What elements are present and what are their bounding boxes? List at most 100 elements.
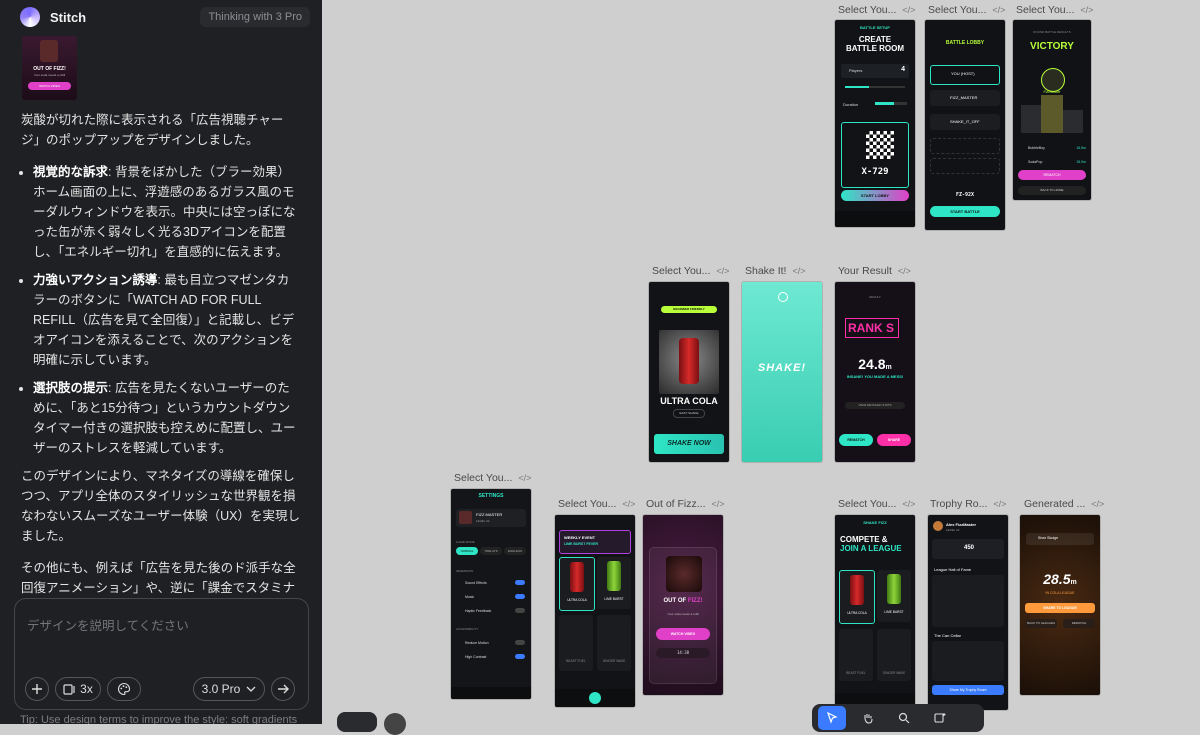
screen-label[interactable]: Select You... </> [652,265,729,277]
screen-label[interactable]: Shake It! </> [745,265,805,277]
wait-timer-button[interactable]: 14:38 [656,648,710,658]
lobby-player-row[interactable]: FIZZ_MASTER [930,90,1000,106]
lobby-player-row[interactable]: SHAKE_IT_OFF [930,114,1000,130]
variants-button[interactable]: 3x [55,677,101,701]
contrast-toggle[interactable] [515,654,525,659]
duration-slider[interactable] [875,102,907,105]
theme-button[interactable] [107,677,141,701]
screen-label[interactable]: Generated ... </> [1024,498,1104,510]
stats-link[interactable]: VIEW DETAILED STATS [845,402,905,409]
can-card-locked[interactable]: BEAST FUEL [559,615,593,671]
rematch-button[interactable]: REMATCH [1018,170,1086,180]
hall-of-fame-heading: League Hall of Fame [934,567,972,572]
code-icon[interactable]: </> [716,266,729,276]
result-share-button[interactable]: SHARE [877,434,911,446]
can-card-name: BEAST FUEL [846,671,866,675]
players-row[interactable]: Players 4 [841,64,909,78]
mode-endless-tab[interactable]: ENDLESS [504,547,526,555]
add-image-tool[interactable] [926,706,954,730]
screen-battle-setup[interactable]: BATTLE SETUP CREATE BATTLE ROOM Players 4… [835,20,915,227]
shake-now-button[interactable]: SHAKE NOW [654,434,724,454]
send-button[interactable] [271,677,295,701]
screen-label[interactable]: Select You... </> [838,4,915,16]
screen-result[interactable]: RESULT RANK S 24.8m INSANE! YOU MADE A M… [835,282,915,462]
screen-victory[interactable]: ROUND BATTLE RESULTS VICTORY FizzMaster … [1013,20,1091,200]
code-icon[interactable]: </> [622,499,635,509]
share-to-league-button[interactable]: SHARE TO LEAGUE [1025,603,1095,613]
can-card-locked[interactable]: GINGER WAVE [597,615,631,671]
can-card-locked[interactable]: BEAST FUEL [839,629,873,681]
select-tool[interactable] [818,706,846,730]
can-card[interactable]: LIME BURST [877,570,911,622]
screen-trophy-room[interactable]: Alex FizzMaster LEVEL 42 450 League Hall… [928,515,1008,710]
event-banner[interactable]: WEEKLY EVENT LIME BURST FEVER [559,530,631,554]
code-icon[interactable]: </> [902,499,915,509]
can-card[interactable]: LIME BURST [597,557,631,609]
code-icon[interactable]: </> [898,266,911,276]
code-icon[interactable]: </> [792,266,805,276]
lobby-player-row[interactable]: YOU (HOST) [930,65,1000,85]
screen-settings[interactable]: SETTINGS FIZZ MASTER LEVEL 32 GAME MODE … [451,489,531,699]
screen-league[interactable]: SHAKE FIZZ COMPETE & JOIN A LEAGUE ULTRA … [835,515,915,707]
add-button[interactable] [25,677,49,701]
code-icon[interactable]: </> [1091,499,1104,509]
screen-out-of-fizz[interactable]: OUT OF FIZZ! Your soda needs a refill WA… [643,515,723,695]
message-thumbnail[interactable]: OUT OF FIZZ! Your soda needs a refill WA… [22,36,77,100]
code-icon[interactable]: </> [992,5,1005,15]
screen-select-can[interactable]: BEGINNER FRIENDLY ULTRA COLA EASY SHAKE … [649,282,729,462]
screen-shake[interactable]: SHAKE! [742,282,822,462]
pan-tool[interactable] [854,706,882,730]
screen-label[interactable]: Trophy Ro... </> [930,498,1006,510]
screen-weekly-event[interactable]: WEEKLY EVENT LIME BURST FEVER ULTRA COLA… [555,515,635,707]
generated-rematch-button[interactable]: REMATCH [1063,619,1095,628]
code-icon[interactable]: </> [902,5,915,15]
code-icon[interactable]: </> [1080,5,1093,15]
user-avatar[interactable] [384,713,406,735]
back-home-button[interactable]: BACK TO HOME [1018,186,1086,195]
screen-label[interactable]: Select You... </> [838,498,915,510]
zoom-control[interactable] [337,712,377,732]
code-icon[interactable]: </> [993,499,1006,509]
screen-label[interactable]: Select You... </> [1016,4,1093,16]
victory-kicker: ROUND BATTLE RESULTS [1033,30,1071,34]
mode-normal-tab[interactable]: NORMAL [456,547,478,555]
can-card[interactable]: ULTRA COLA [559,557,595,611]
search-tool[interactable] [890,706,918,730]
players-slider[interactable] [845,86,905,88]
screen-label[interactable]: Your Result </> [838,265,911,277]
watch-ad-button[interactable]: WATCH VIDEO [656,628,710,640]
screen-label[interactable]: Out of Fizz... </> [646,498,725,510]
assistant-message: 炭酸が切れた際に表示される「広告視聴チャージ」のポップアップをデザインしました。… [21,110,301,650]
stitch-logo-icon[interactable] [20,7,40,27]
prompt-input[interactable]: デザインを説明してください [27,615,189,634]
result-rematch-button[interactable]: REMATCH [839,434,873,446]
motion-toggle[interactable] [515,640,525,645]
screen-label[interactable]: Select You... </> [928,4,1005,16]
prompt-composer[interactable]: デザインを説明してください 3x 3.0 Pro [14,598,309,710]
screen-battle-lobby[interactable]: BATTLE LOBBY YOU (HOST) FIZZ_MASTER SHAK… [925,20,1005,230]
thumbnail-title: OUT OF FIZZ! [33,66,66,72]
sidebar-header: Stitch Thinking with 3 Pro [0,0,322,34]
share-trophy-button[interactable]: Share My Trophy Room [932,685,1004,695]
code-icon[interactable]: </> [712,499,725,509]
profile-card[interactable]: FIZZ MASTER LEVEL 32 [456,509,526,527]
model-select[interactable]: 3.0 Pro [193,677,265,701]
event-title: WEEKLY EVENT [564,535,596,540]
mode-time-tab[interactable]: TIME ATK [480,547,502,555]
back-to-leagues-button[interactable]: BACK TO LEAGUES [1025,619,1057,628]
plus-icon [32,684,42,694]
screen-generated[interactable]: Shoe Sludge 28.5m IN COLA LEAGUE SHARE T… [1020,515,1100,695]
can-card[interactable]: ULTRA COLA [839,570,875,624]
sound-toggle[interactable] [515,580,525,585]
haptic-toggle[interactable] [515,608,525,613]
play-icon[interactable] [589,692,601,704]
model-mode-badge[interactable]: Thinking with 3 Pro [200,7,310,27]
music-toggle[interactable] [515,594,525,599]
screen-label[interactable]: Select You... </> [558,498,635,510]
code-icon[interactable]: </> [518,473,531,483]
start-battle-button[interactable]: START BATTLE [930,206,1000,217]
screen-label[interactable]: Select You... </> [454,472,531,484]
start-lobby-button[interactable]: START LOBBY [841,190,909,201]
can-card-locked[interactable]: GINGER WAVE [877,629,911,681]
ranking-name: SodaPop [1028,160,1043,164]
